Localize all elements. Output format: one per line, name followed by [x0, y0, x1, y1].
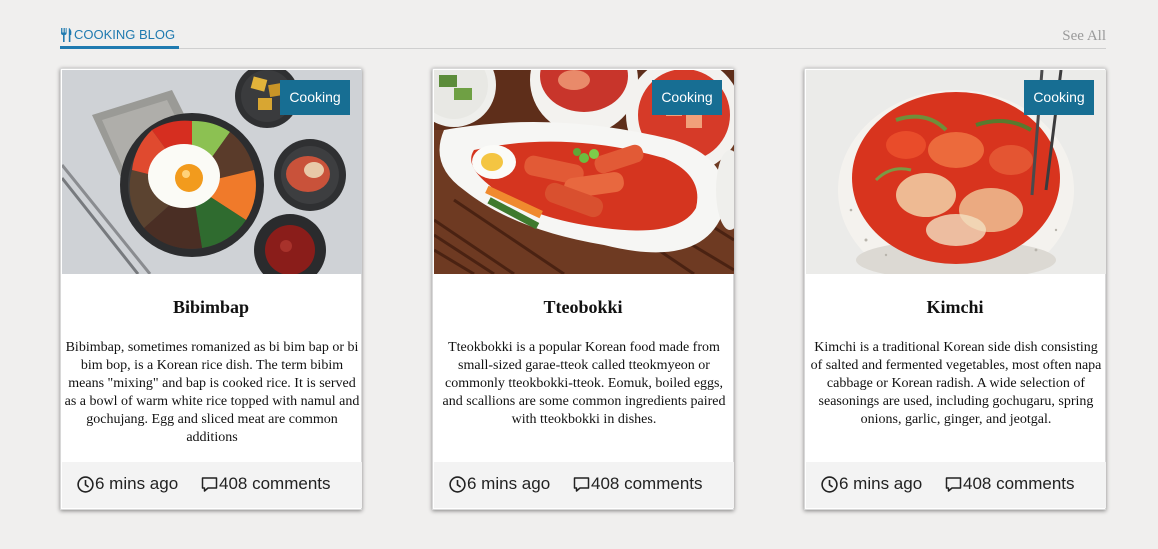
category-badge[interactable]: Cooking — [652, 80, 722, 115]
category-badge[interactable]: Cooking — [1024, 80, 1094, 115]
comments-link[interactable]: 408 comments — [573, 474, 703, 494]
card-footer: 6 mins ago 408 comments — [806, 462, 1106, 508]
post-time: 6 mins ago — [449, 474, 550, 494]
clock-icon — [449, 475, 466, 493]
blog-card-tteokbokki[interactable]: Cooking Tteobokki Tteokbokki is a popula… — [432, 68, 734, 510]
comment-icon — [573, 476, 590, 492]
card-footer: 6 mins ago 408 comments — [434, 462, 734, 508]
comments-link[interactable]: 408 comments — [201, 474, 331, 494]
comments-link[interactable]: 408 comments — [945, 474, 1075, 494]
time-label: 6 mins ago — [95, 474, 179, 493]
card-title[interactable]: Bibimbap — [61, 297, 361, 318]
card-description: Bibimbap, sometimes romanized as bi bim … — [64, 340, 360, 445]
category-badge[interactable]: Cooking — [280, 80, 350, 115]
see-all-link[interactable]: See All — [1062, 28, 1106, 45]
card-title[interactable]: Kimchi — [805, 297, 1105, 318]
time-label: 6 mins ago — [467, 474, 551, 493]
section-title: COOKING BLOG — [74, 27, 176, 42]
comments-label: 408 comments — [591, 474, 703, 493]
comments-label: 408 comments — [219, 474, 331, 493]
card-title[interactable]: Tteobokki — [433, 297, 733, 318]
card-description: Tteokbokki is a popular Korean food made… — [442, 340, 726, 427]
time-label: 6 mins ago — [839, 474, 923, 493]
cooking-blog-tab[interactable]: COOKING BLOG — [60, 26, 180, 49]
card-description: Kimchi is a traditional Korean side dish… — [810, 340, 1102, 427]
post-time: 6 mins ago — [77, 474, 178, 494]
fork-knife-icon — [61, 28, 72, 42]
clock-icon — [821, 475, 838, 493]
clock-icon — [77, 475, 94, 493]
blog-card-kimchi[interactable]: Cooking Kimchi Kimchi is a traditional K… — [804, 68, 1106, 510]
card-footer: 6 mins ago 408 comments — [62, 462, 362, 508]
comment-icon — [201, 476, 218, 492]
blog-card-bibimbap[interactable]: Cooking Bibimbap Bibimbap, sometimes rom… — [60, 68, 362, 510]
post-time: 6 mins ago — [821, 474, 922, 494]
section-header: COOKING BLOG See All — [60, 24, 1106, 49]
comments-label: 408 comments — [963, 474, 1075, 493]
comment-icon — [945, 476, 962, 492]
